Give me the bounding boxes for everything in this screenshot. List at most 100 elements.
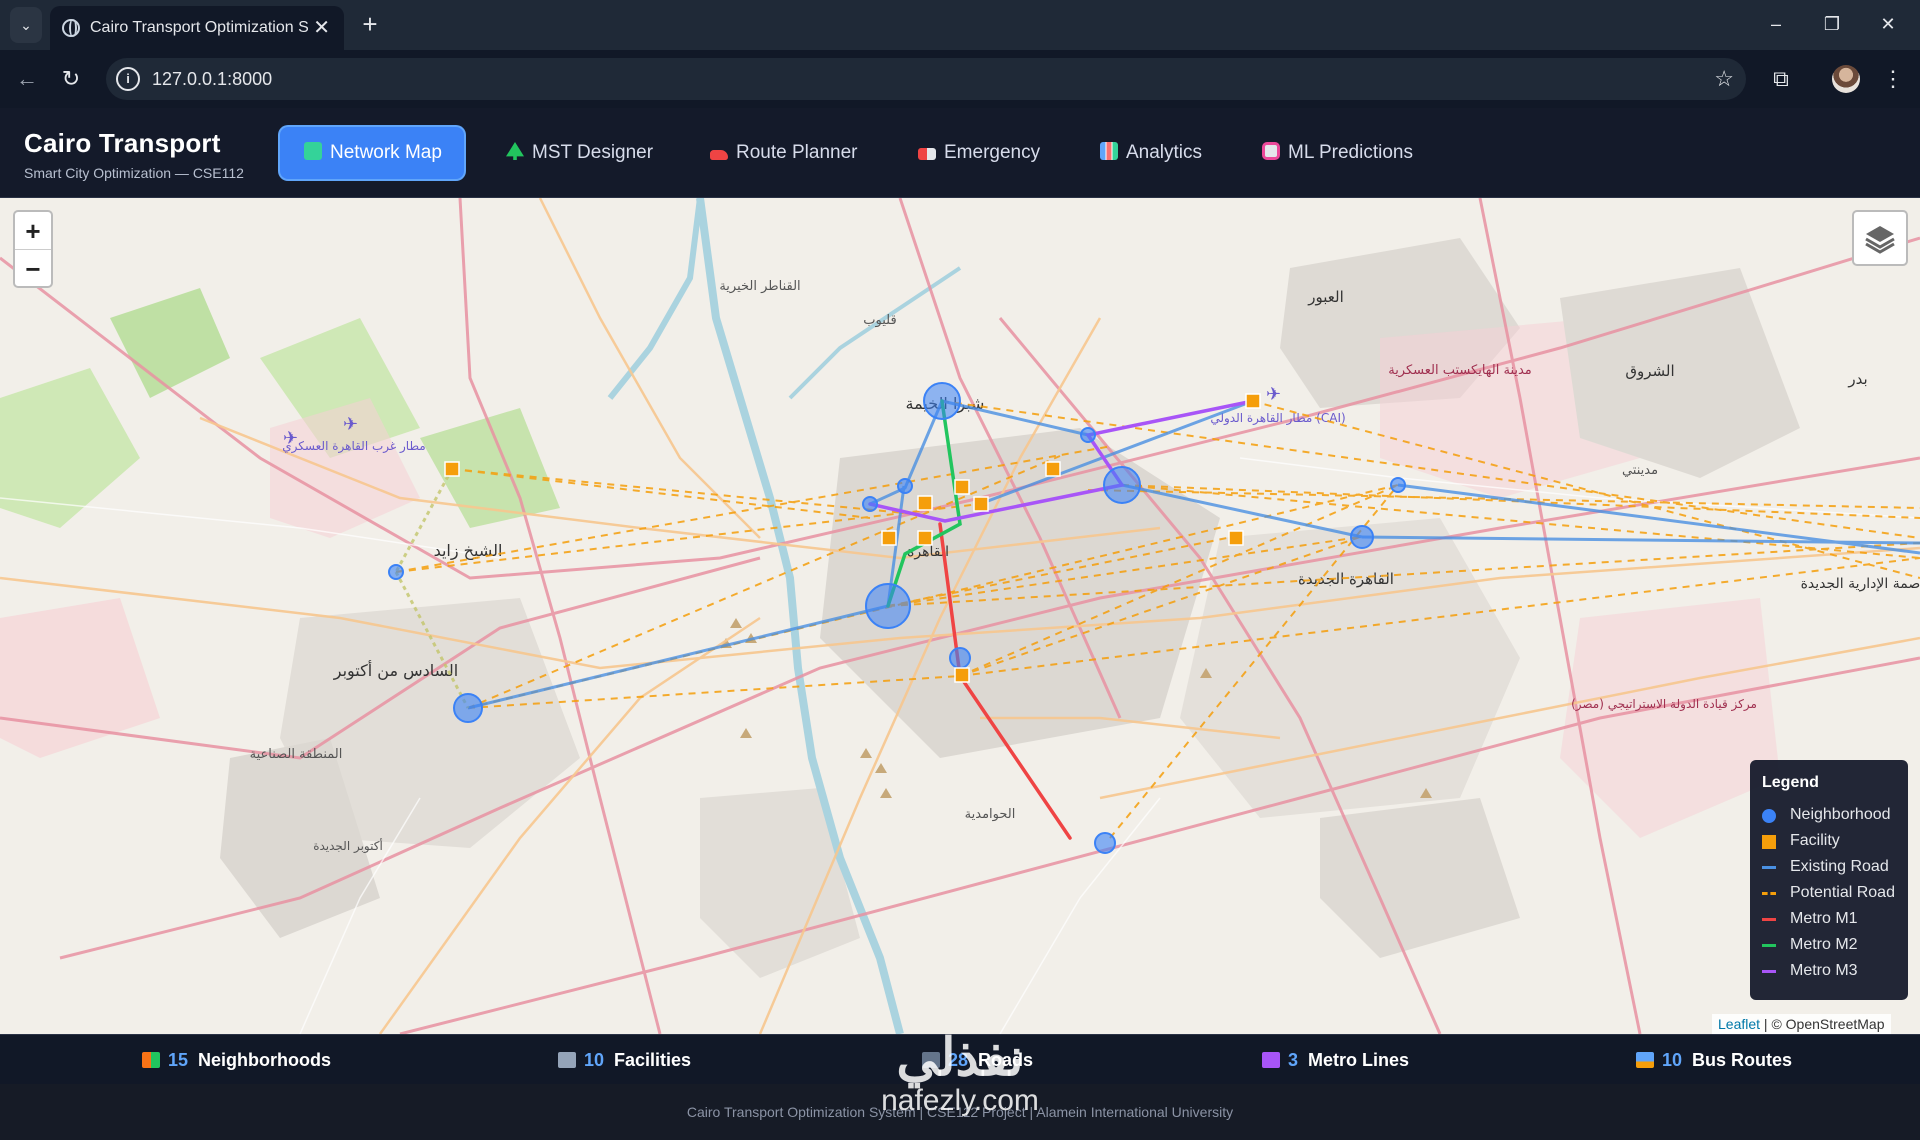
zoom-in-button[interactable]: +	[15, 212, 51, 250]
tree-icon	[506, 142, 524, 160]
facility-marker[interactable]	[917, 495, 933, 511]
neighborhood-marker[interactable]	[897, 478, 913, 494]
facility-marker[interactable]	[917, 530, 933, 546]
tab-network-map[interactable]: Network Map	[280, 127, 464, 179]
stat-bus-routes: 10 Bus Routes	[1636, 1035, 1792, 1085]
legend-label: Metro M3	[1790, 962, 1858, 979]
legend-item-metro-m2: Metro M2	[1762, 932, 1896, 958]
tab-analytics[interactable]: Analytics	[1074, 127, 1224, 179]
new-tab-button[interactable]: +	[352, 6, 388, 42]
tab-label: ML Predictions	[1288, 142, 1413, 163]
brand: Cairo Transport Smart City Optimization …	[24, 128, 244, 181]
facility-marker[interactable]	[881, 530, 897, 546]
network-map[interactable]: القناطر الخيرية قليوب شبرا الخيمة العبور…	[0, 198, 1920, 1034]
airport-icon: ✈	[343, 414, 358, 435]
neighborhood-marker[interactable]	[1103, 466, 1141, 504]
neighborhood-marker[interactable]	[1080, 427, 1096, 443]
neighborhood-marker[interactable]	[949, 647, 971, 669]
neighborhood-marker[interactable]	[1350, 525, 1374, 549]
legend-swatch	[1762, 944, 1776, 947]
place-label: العاصمة الإدارية الجديدة	[1801, 576, 1920, 592]
chart-icon	[1100, 142, 1118, 160]
place-label: الشروق	[1625, 362, 1674, 380]
tab-route-planner[interactable]: Route Planner	[684, 127, 880, 179]
map-icon	[304, 142, 322, 160]
map-canvas[interactable]: القناطر الخيرية قليوب شبرا الخيمة العبور…	[0, 198, 1920, 1034]
neighborhood-marker[interactable]	[862, 496, 878, 512]
bookmark-star-icon[interactable]: ☆	[1714, 58, 1734, 100]
facility-marker[interactable]	[1228, 530, 1244, 546]
legend-item-potential-road: Potential Road	[1762, 880, 1896, 906]
browser-tabbar: ⌄ Cairo Transport Optimization Sy ✕ + – …	[0, 0, 1920, 50]
browser-tab[interactable]: Cairo Transport Optimization Sy ✕	[50, 6, 344, 50]
stat-value: 10	[1662, 1050, 1683, 1070]
ambulance-icon	[918, 148, 936, 160]
legend-swatch	[1762, 835, 1776, 849]
neighborhood-marker[interactable]	[865, 583, 911, 629]
facility-marker[interactable]	[954, 479, 970, 495]
facility-marker[interactable]	[1245, 393, 1261, 409]
stat-neighborhoods: 15 Neighborhoods	[142, 1035, 331, 1085]
back-button[interactable]: ←	[10, 62, 44, 96]
legend-label: Potential Road	[1790, 884, 1895, 901]
extensions-icon[interactable]: ⧉	[1764, 62, 1798, 96]
place-label: مدينة الهايكستب العسكرية	[1388, 363, 1532, 378]
tab-mst-designer[interactable]: MST Designer	[480, 127, 674, 179]
legend-label: Metro M1	[1790, 910, 1858, 927]
brand-subtitle: Smart City Optimization — CSE112	[24, 165, 244, 181]
menu-kebab-icon[interactable]: ⋮	[1876, 62, 1910, 96]
reload-button[interactable]: ↻	[54, 62, 88, 96]
legend-swatch	[1762, 970, 1776, 973]
bus-icon	[1636, 1052, 1654, 1068]
facility-marker[interactable]	[1045, 461, 1061, 477]
neighborhood-marker[interactable]	[1094, 832, 1116, 854]
close-tab-icon[interactable]: ✕	[313, 6, 330, 50]
legend-item-existing-road: Existing Road	[1762, 854, 1896, 880]
legend-item-metro-m3: Metro M3	[1762, 958, 1896, 984]
neighborhood-marker[interactable]	[1390, 477, 1406, 493]
robot-icon	[1262, 142, 1280, 160]
place-label: العبور	[1307, 288, 1344, 306]
place-label: مطار القاهرة الدولي (CAI)	[1210, 411, 1345, 426]
legend-label: Metro M2	[1790, 936, 1858, 953]
neighborhood-marker[interactable]	[923, 382, 961, 420]
url-text[interactable]: 127.0.0.1:8000	[152, 58, 272, 100]
neighborhood-marker[interactable]	[388, 564, 404, 580]
neighborhood-marker[interactable]	[453, 693, 483, 723]
place-label: السادس من أكتوبر	[333, 660, 458, 681]
place-label: مركز قيادة الدولة الاستراتيجي (مصر)	[1571, 697, 1757, 712]
place-label: الحوامدية	[965, 807, 1016, 822]
layers-button[interactable]	[1852, 210, 1908, 266]
address-bar: ← ↻ i 127.0.0.1:8000 ☆ ⧉ ⋮	[0, 50, 1920, 108]
legend-label: Existing Road	[1790, 858, 1889, 875]
tab-ml-predictions[interactable]: ML Predictions	[1236, 127, 1436, 179]
tab-search-button[interactable]: ⌄	[10, 7, 42, 43]
map-legend: Legend Neighborhood Facility Existing Ro…	[1750, 760, 1908, 1000]
legend-label: Facility	[1790, 832, 1840, 849]
place-label: أكتوبر الجديدة	[313, 838, 383, 854]
close-window-button[interactable]: ✕	[1860, 0, 1916, 50]
leaflet-link[interactable]: Leaflet	[1718, 1016, 1760, 1032]
omnibox[interactable]: i 127.0.0.1:8000 ☆	[106, 58, 1746, 100]
watermark-domain: nafezly.com	[881, 1084, 1039, 1117]
attribution-text: | © OpenStreetMap	[1760, 1016, 1885, 1032]
site-info-icon[interactable]: i	[116, 67, 140, 91]
brand-name: Cairo Transport	[24, 128, 221, 158]
zoom-out-button[interactable]: −	[15, 250, 51, 288]
facility-marker[interactable]	[973, 496, 989, 512]
legend-title: Legend	[1762, 774, 1819, 791]
minimize-button[interactable]: –	[1748, 0, 1804, 50]
tab-label: Route Planner	[736, 142, 858, 163]
tab-label: Network Map	[330, 142, 442, 163]
restore-button[interactable]: ❐	[1804, 0, 1860, 50]
watermark: نفذلي nafezly.com	[850, 1030, 1070, 1116]
facility-marker[interactable]	[444, 461, 460, 477]
layers-icon	[1865, 226, 1895, 254]
facility-marker[interactable]	[954, 667, 970, 683]
place-label: مطار غرب القاهرة العسكري	[282, 439, 425, 454]
profile-avatar[interactable]	[1832, 65, 1860, 93]
tab-label: Analytics	[1126, 142, 1203, 163]
building-icon	[558, 1052, 576, 1068]
legend-item-neighborhood: Neighborhood	[1762, 802, 1896, 828]
tab-emergency[interactable]: Emergency	[892, 127, 1062, 179]
